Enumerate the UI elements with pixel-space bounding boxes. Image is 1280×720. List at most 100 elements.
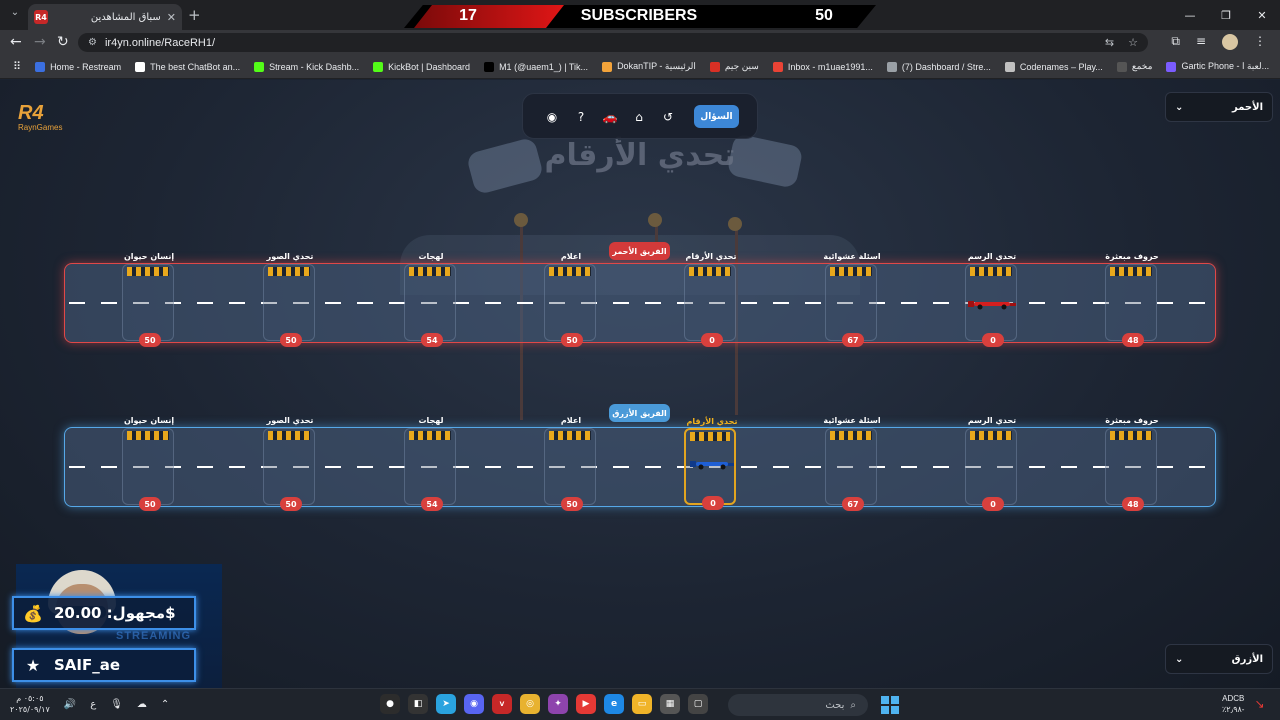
blue-station[interactable]: لهجات 54 (404, 416, 456, 511)
forward-icon[interactable]: → (34, 34, 46, 50)
taskbar-search[interactable]: بحث ⌕ (728, 694, 868, 716)
new-tab-icon[interactable]: + (188, 6, 201, 24)
lane-divider (69, 302, 1211, 304)
follower-name: SAIF_ae (54, 656, 121, 674)
red-station[interactable]: اسئلة عشوائية 67 (823, 252, 881, 347)
bookmark-item[interactable]: Codenames – Play... (1000, 61, 1108, 72)
bookmark-label: Codenames – Play... (1019, 61, 1103, 72)
address-toolbar: ← → ↻ ⚙ ir4yn.online/RaceRH1/ ⇆ ☆ ⧉ ≡ ⋮ (0, 30, 1280, 55)
blue-station[interactable]: اعلام 50 (544, 416, 596, 511)
red-station[interactable]: حروف مبعثرة 48 (1105, 252, 1159, 347)
minimize-icon[interactable]: — (1172, 0, 1208, 30)
blue-station[interactable]: تحدي الرسم 0 (965, 416, 1017, 511)
restore-icon[interactable]: ❐ (1208, 0, 1244, 30)
site-info-icon[interactable]: ⚙ (88, 37, 97, 48)
bookmark-item[interactable]: Inbox - m1uae1991... (768, 61, 878, 72)
close-tab-icon[interactable]: ✕ (167, 11, 176, 24)
bookmark-item[interactable]: Home - Restream (30, 61, 126, 72)
checkered-stripes (970, 267, 1012, 276)
language-indicator[interactable]: ع (90, 699, 96, 710)
youtube-icon[interactable]: ▶ (576, 694, 596, 714)
capcut-icon[interactable]: ◧ (408, 694, 428, 714)
profile-avatar[interactable] (1222, 34, 1238, 50)
red-team-label: الفريق الأحمر (609, 242, 670, 260)
blue-station[interactable]: حروف مبعثرة 48 (1105, 416, 1159, 511)
eye-icon[interactable]: ◉ (541, 106, 563, 128)
bookmark-favicon-icon (772, 61, 783, 72)
chrome-icon[interactable]: ◎ (520, 694, 540, 714)
microphone-icon[interactable]: 🎙 (110, 699, 123, 710)
station-score: 0 (982, 497, 1004, 511)
reload-icon[interactable]: ↻ (57, 34, 69, 50)
file-explorer-icon[interactable]: ▭ (632, 694, 652, 714)
url-text: ir4yn.online/RaceRH1/ (104, 36, 216, 49)
stock-down-icon: ↘ (1254, 697, 1265, 711)
apps-grid-icon[interactable]: ⠿ (8, 60, 26, 73)
bookmark-item[interactable]: The best ChatBot an... (130, 61, 245, 72)
system-tray: ٠٥:٠٥ م ٢٠٢٥/٠٩/١٧ 🔊 ع 🎙 ☁ ⌃ (10, 693, 169, 715)
home-icon[interactable]: ⌂ (628, 106, 650, 128)
red-station[interactable]: لهجات 54 (404, 252, 456, 347)
bookmark-item[interactable]: Gartic Phone - لعبة ا... (1161, 61, 1274, 72)
station-label: تحدي الأرقام (685, 252, 737, 261)
bookmark-item[interactable]: KickBot | Dashboard (368, 61, 475, 72)
bookmark-label: Stream - Kick Dashb... (269, 61, 360, 72)
obs-icon[interactable]: ● (380, 694, 400, 714)
station-label: لهجات (418, 252, 444, 261)
checkered-stripes (690, 432, 730, 441)
voice-app-icon[interactable]: V (492, 694, 512, 714)
chevron-up-icon[interactable]: ⌃ (161, 699, 169, 710)
close-window-icon[interactable]: ✕ (1244, 0, 1280, 30)
cloud-icon[interactable]: ☁ (137, 699, 147, 710)
red-team-select[interactable]: ⌄ الأحمر (1165, 92, 1273, 122)
blue-station[interactable]: تحدي الصور 50 (263, 416, 315, 511)
blue-station[interactable]: إنسان حيوان 50 (122, 416, 174, 511)
tab-search-icon[interactable]: ⌄ (8, 7, 22, 21)
address-bar[interactable]: ⚙ ir4yn.online/RaceRH1/ ⇆ ☆ (78, 33, 1148, 52)
discord-icon[interactable]: ◉ (464, 694, 484, 714)
bookmark-item[interactable]: سين جيم (705, 61, 764, 72)
red-station[interactable]: تحدي الصور 50 (263, 252, 315, 347)
reset-icon[interactable]: ↺ (657, 106, 679, 128)
media-icon[interactable]: ≡ (1196, 34, 1206, 50)
bookmark-item[interactable]: DokanTIP - الرئيسية (597, 61, 701, 72)
tab-favicon-icon: R4 (34, 10, 48, 24)
bookmark-label: مخمع (1131, 61, 1153, 71)
light-bulb (728, 217, 742, 231)
station-label: حروف مبعثرة (1105, 252, 1159, 261)
blue-station[interactable]: اسئلة عشوائية 67 (823, 416, 881, 511)
bookmark-star-icon[interactable]: ☆ (1128, 36, 1138, 49)
menu-icon[interactable]: ⋮ (1254, 34, 1266, 50)
telegram-icon[interactable]: ➤ (436, 694, 456, 714)
red-station[interactable]: إنسان حيوان 50 (122, 252, 174, 347)
bookmark-item[interactable]: M1 (@uaem1_) | Tik... (479, 61, 593, 72)
bookmark-item[interactable]: (7) Dashboard / Stre... (882, 61, 996, 72)
copilot-icon[interactable]: ✦ (548, 694, 568, 714)
bookmark-label: Inbox - m1uae1991... (787, 61, 873, 72)
task-view-icon[interactable]: ▢ (688, 694, 708, 714)
subscriber-goal-overlay: 17 SUBSCRIBERS 50 (404, 5, 876, 28)
stock-widget[interactable]: ADCB ٪٢٫٩٨- ↘ (1222, 693, 1265, 715)
question-button[interactable]: السؤال (694, 105, 739, 128)
back-icon[interactable]: ← (10, 34, 22, 50)
red-station[interactable]: اعلام 50 (544, 252, 596, 347)
blue-team-select[interactable]: ⌄ الأزرق (1165, 644, 1273, 674)
lane-divider (69, 466, 1211, 468)
car-icon[interactable]: 🚗 (599, 106, 621, 128)
windows-start-icon[interactable] (881, 696, 899, 714)
bookmark-item[interactable]: مخمع (1112, 61, 1158, 72)
translate-icon[interactable]: ⇆ (1105, 36, 1114, 49)
volume-icon[interactable]: 🔊 (64, 699, 76, 710)
station-label: تحدي الأرقام (686, 417, 738, 426)
checkered-stripes (409, 267, 451, 276)
red-station[interactable]: تحدي الأرقام 0 (684, 252, 736, 347)
store-icon[interactable]: ▦ (660, 694, 680, 714)
extensions-icon[interactable]: ⧉ (1171, 34, 1180, 50)
bookmark-item[interactable]: Stream - Kick Dashb... (249, 61, 364, 72)
station-score: 50 (139, 497, 161, 511)
browser-tab[interactable]: R4 سباق المشاهدين ✕ (28, 4, 182, 30)
bookmark-label: Home - Restream (50, 61, 122, 72)
edge-icon[interactable]: e (604, 694, 624, 714)
help-icon[interactable]: ? (570, 106, 592, 128)
clock[interactable]: ٠٥:٠٥ م ٢٠٢٥/٠٩/١٧ (10, 693, 50, 715)
